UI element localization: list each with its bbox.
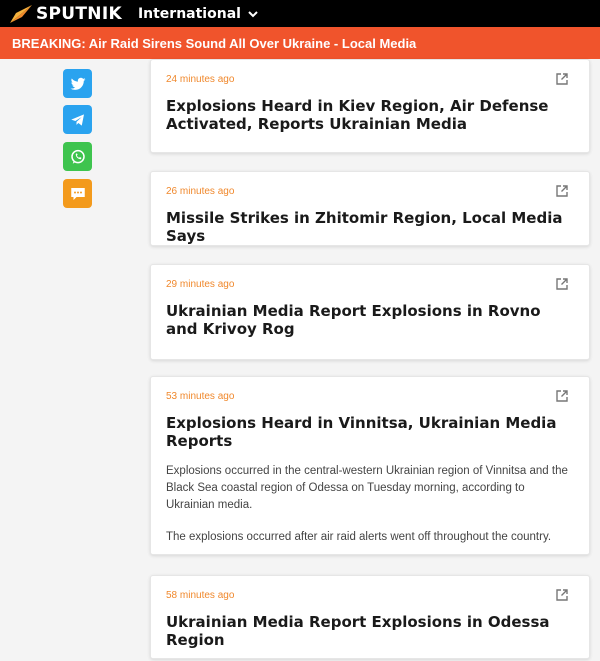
item-body-paragraph: The explosions occurred after air raid a… [166,531,552,543]
item-title[interactable]: Explosions Heard in Kiev Region, Air Def… [166,97,566,133]
share-link-icon[interactable] [555,184,569,198]
share-whatsapp-button[interactable] [63,142,92,171]
comments-button[interactable] [63,179,92,208]
telegram-icon [70,113,84,126]
feed-item[interactable]: 53 minutes ago Explosions Heard in Vinni… [150,376,590,555]
item-title[interactable]: Ukrainian Media Report Explosions in Ode… [166,613,566,649]
edition-selector[interactable]: International [138,6,259,22]
item-body-paragraph: Explosions occurred in the central-weste… [166,465,568,511]
live-feed: 24 minutes ago Explosions Heard in Kiev … [0,59,600,661]
logo-text: SPUTNIK [36,3,122,24]
share-link-icon[interactable] [555,72,569,86]
edition-label: International [137,5,241,22]
share-telegram-button[interactable] [63,105,92,134]
comment-icon [70,187,85,200]
share-link-icon[interactable] [555,277,569,291]
whatsapp-icon [70,149,85,164]
share-link-icon[interactable] [555,389,569,403]
item-title[interactable]: Missile Strikes in Zhitomir Region, Loca… [166,209,566,245]
item-title[interactable]: Ukrainian Media Report Explosions in Rov… [166,302,566,338]
feed-item[interactable]: 26 minutes ago Missile Strikes in Zhitom… [150,171,590,246]
item-timestamp: 24 minutes ago [166,74,235,85]
share-twitter-button[interactable] [63,69,92,98]
feed-item[interactable]: 24 minutes ago Explosions Heard in Kiev … [150,59,590,153]
item-timestamp: 58 minutes ago [166,590,235,601]
top-nav-bar: SPUTNIK International [0,0,600,27]
twitter-icon [70,77,85,90]
item-title[interactable]: Explosions Heard in Vinnitsa, Ukrainian … [166,414,566,450]
sputnik-logo[interactable]: SPUTNIK [8,0,122,27]
item-timestamp: 29 minutes ago [166,279,235,290]
feed-item[interactable]: 29 minutes ago Ukrainian Media Report Ex… [150,264,590,360]
breaking-news-text: BREAKING: Air Raid Sirens Sound All Over… [12,35,417,51]
sputnik-logo-icon [10,4,32,23]
feed-item[interactable]: 58 minutes ago Ukrainian Media Report Ex… [150,575,590,659]
breaking-news-banner[interactable]: BREAKING: Air Raid Sirens Sound All Over… [0,27,600,59]
share-link-icon[interactable] [555,588,569,602]
item-timestamp: 53 minutes ago [166,391,235,402]
item-timestamp: 26 minutes ago [166,186,235,197]
chevron-down-icon [248,10,258,17]
